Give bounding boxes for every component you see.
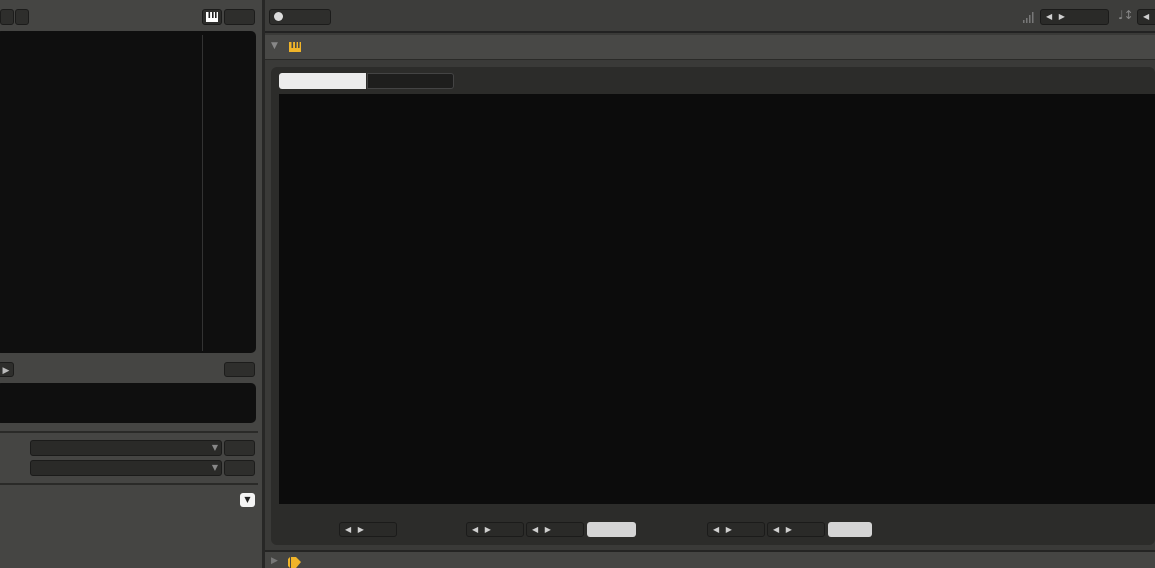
- fx-edit-button[interactable]: [224, 460, 255, 476]
- pitch-field[interactable]: ◀: [1137, 9, 1155, 25]
- waveform-icon: [288, 557, 301, 568]
- stepper-arrows-icon: ◀ ▶: [472, 525, 493, 534]
- play-icon: ▶: [2, 366, 10, 376]
- note-updown-icon: ♩↕: [1118, 8, 1134, 22]
- keyzone-grid[interactable]: [279, 94, 1155, 504]
- sample-preview: [0, 383, 256, 423]
- note-range-low-field[interactable]: ◀ ▶: [466, 522, 524, 537]
- stepper-arrows-icon: ◀ ▶: [345, 525, 366, 534]
- fx-select[interactable]: ▼: [30, 460, 222, 476]
- keyboard-toggle-button[interactable]: [202, 9, 222, 25]
- waveform-expand-icon[interactable]: ▶: [271, 556, 278, 566]
- remove-sample-button[interactable]: [0, 9, 14, 25]
- signal-bars-icon: [1023, 12, 1034, 23]
- stepper-arrows-icon: ◀ ▶: [532, 525, 553, 534]
- note-range-high-field[interactable]: ◀ ▶: [526, 522, 584, 537]
- stepper-arrows-icon: ◀ ▶: [1046, 12, 1067, 21]
- mod-edit-button[interactable]: [224, 440, 255, 456]
- play-sample-button[interactable]: ▶: [0, 362, 14, 377]
- vel-low-field[interactable]: ◀ ▶: [707, 522, 765, 537]
- sample-edit-button[interactable]: [224, 362, 255, 377]
- key-pitch-toggle[interactable]: [587, 522, 636, 537]
- macros-button[interactable]: [269, 9, 331, 25]
- samples-edit-button[interactable]: [224, 9, 255, 25]
- tab-note-on-layer[interactable]: [279, 73, 366, 89]
- vel-vol-toggle[interactable]: [828, 522, 872, 537]
- tab-note-off-layer[interactable]: [367, 73, 454, 89]
- knob-icon: [274, 12, 283, 21]
- keyzones-collapse-icon[interactable]: ▼: [271, 41, 278, 51]
- sample-list: [0, 31, 256, 353]
- stepper-arrows-icon: ◀ ▶: [773, 525, 794, 534]
- volume-field[interactable]: ◀ ▶: [1040, 9, 1109, 25]
- chevron-down-icon: ▼: [211, 463, 218, 472]
- vel-high-field[interactable]: ◀ ▶: [767, 522, 825, 537]
- piano-keys-icon: [206, 12, 218, 22]
- base-note-field[interactable]: ◀ ▶: [339, 522, 397, 537]
- stepper-arrows-icon: ◀ ▶: [713, 525, 734, 534]
- add-sample-button[interactable]: [15, 9, 29, 25]
- chevron-down-icon: ▼: [211, 443, 218, 452]
- piano-keys-icon: [289, 42, 301, 52]
- mod-select[interactable]: ▼: [30, 440, 222, 456]
- samples-panel: ▶ ▼ ▼ ▼: [0, 0, 262, 568]
- properties-collapse-button[interactable]: ▼: [240, 493, 255, 507]
- stepper-arrows-icon: ◀: [1143, 12, 1152, 21]
